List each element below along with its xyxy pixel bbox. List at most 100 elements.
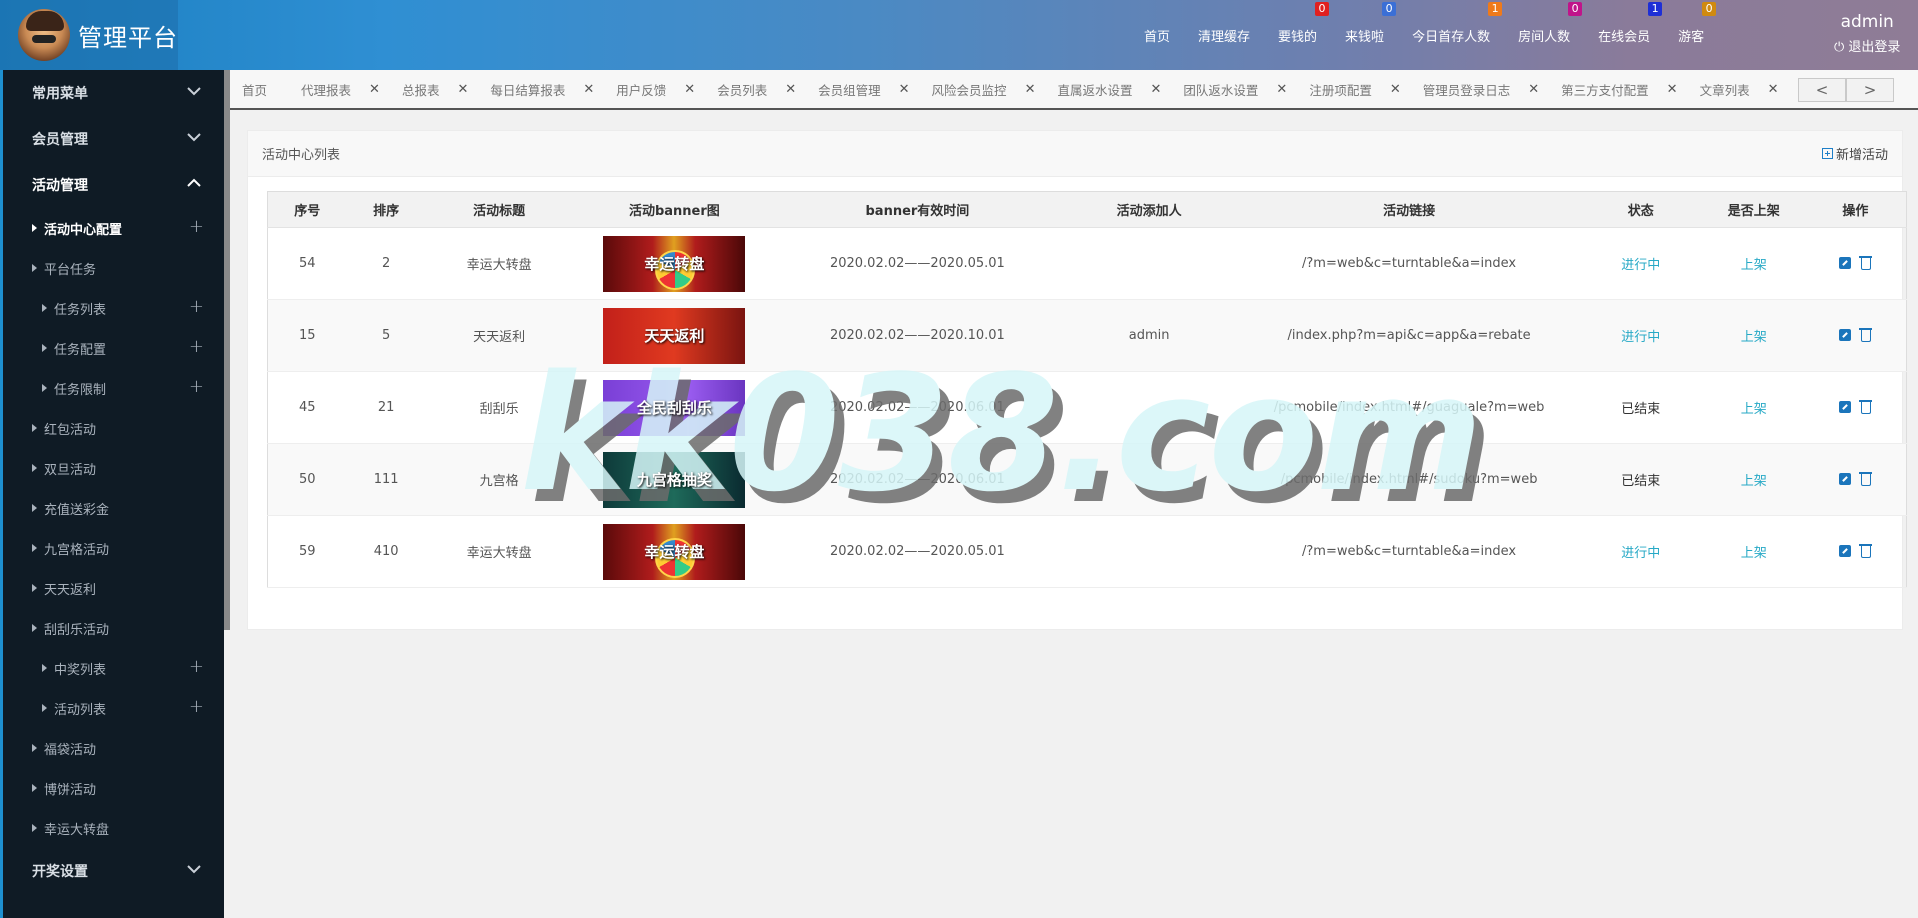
cell-actions	[1804, 443, 1907, 516]
edit-icon[interactable]	[1839, 545, 1852, 557]
nav-item[interactable]: 在线会员 1	[1584, 0, 1664, 70]
cell-shelf[interactable]: 上架	[1702, 371, 1805, 444]
caret-right-icon	[32, 824, 37, 832]
sidebar-item[interactable]: 天天返利	[0, 568, 224, 608]
sidebar-item-label: 中奖列表	[54, 662, 107, 678]
close-icon[interactable]: ✕	[457, 82, 468, 97]
tab[interactable]: 管理员登录日志 ✕	[1411, 70, 1549, 108]
sidebar-item[interactable]: 平台任务	[0, 248, 224, 288]
close-icon[interactable]: ✕	[684, 82, 695, 97]
tab[interactable]: 每日结算报表 ✕	[478, 70, 604, 108]
menu-group-lottery[interactable]: 开奖设置	[0, 848, 224, 894]
close-icon[interactable]: ✕	[1528, 82, 1539, 97]
tab[interactable]: 会员列表 ✕	[705, 70, 806, 108]
trash-icon[interactable]	[1859, 256, 1873, 270]
cell-shelf[interactable]: 上架	[1702, 515, 1805, 588]
caret-right-icon	[32, 504, 37, 512]
cell-time: 2020.02.02——2020.06.01	[776, 443, 1059, 516]
tab[interactable]: 直属返水设置 ✕	[1045, 70, 1171, 108]
cell-shelf[interactable]: 上架	[1702, 227, 1805, 300]
close-icon[interactable]: ✕	[899, 82, 910, 97]
close-icon[interactable]: ✕	[1390, 82, 1401, 97]
plus-icon[interactable]: +	[189, 658, 204, 676]
close-icon[interactable]: ✕	[1025, 82, 1036, 97]
close-icon[interactable]: ✕	[1667, 82, 1678, 97]
column-header: 活动banner图	[572, 191, 777, 228]
sidebar-scrollbar[interactable]	[224, 70, 230, 630]
menu-group-activity[interactable]: 活动管理	[0, 162, 224, 208]
activity-table: 序号 排序 活动标题 活动banner图 banner有效时间 活动添加人 活动链接 状态 是否…	[267, 191, 1907, 588]
tab-label: 第三方支付配置	[1561, 82, 1649, 98]
tab[interactable]: 注册项配置 ✕	[1297, 70, 1410, 108]
tab-next-button[interactable]: >	[1846, 78, 1894, 102]
nav-item[interactable]: 清理缓存	[1184, 0, 1264, 70]
plus-icon[interactable]: +	[189, 378, 204, 396]
trash-icon[interactable]	[1859, 400, 1873, 414]
trash-icon[interactable]	[1859, 544, 1873, 558]
cell-order: 2	[346, 227, 426, 300]
add-activity-button[interactable]: 新增活动	[1821, 144, 1888, 163]
nav-item[interactable]: 游客 0	[1664, 0, 1718, 70]
close-icon[interactable]: ✕	[1150, 82, 1161, 97]
sidebar-item[interactable]: 充值送彩金	[0, 488, 224, 528]
trash-icon[interactable]	[1859, 472, 1873, 486]
sidebar-item[interactable]: 活动列表 +	[0, 688, 224, 728]
tab[interactable]: 风险会员监控 ✕	[920, 70, 1046, 108]
sidebar-item-label: 任务配置	[54, 342, 107, 358]
close-icon[interactable]: ✕	[1276, 82, 1287, 97]
table-body: 54 2 幸运大转盘 幸运转盘 2020.02.02——2020.05.01/?m=we…	[267, 227, 1907, 588]
plus-icon[interactable]: +	[189, 698, 204, 716]
menu-group-common[interactable]: 常用菜单	[0, 70, 224, 116]
plus-icon[interactable]: +	[189, 218, 204, 236]
tab[interactable]: 用户反馈 ✕	[604, 70, 705, 108]
cell-link: /index.php?m=api&c=app&a=rebate	[1239, 299, 1579, 372]
nav-item[interactable]: 房间人数 0	[1504, 0, 1584, 70]
menu-group-member[interactable]: 会员管理	[0, 116, 224, 162]
sidebar-item[interactable]: 幸运大转盘	[0, 808, 224, 848]
sidebar-item[interactable]: 任务限制 +	[0, 368, 224, 408]
tab-prev-button[interactable]: <	[1798, 78, 1846, 102]
close-icon[interactable]: ✕	[369, 82, 380, 97]
logo[interactable]: 管理平台	[0, 0, 178, 70]
plus-icon[interactable]: +	[189, 338, 204, 356]
tab[interactable]: 团队返水设置 ✕	[1171, 70, 1297, 108]
edit-icon[interactable]	[1839, 329, 1852, 341]
tab[interactable]: 会员组管理 ✕	[806, 70, 919, 108]
chevron-down-icon	[187, 865, 201, 874]
close-icon[interactable]: ✕	[785, 82, 796, 97]
sidebar-item[interactable]: 刮刮乐活动	[0, 608, 224, 648]
nav-item[interactable]: 来钱啦 0	[1331, 0, 1398, 70]
cell-shelf[interactable]: 上架	[1702, 443, 1805, 516]
sidebar-item[interactable]: 任务配置 +	[0, 328, 224, 368]
plus-icon[interactable]: +	[189, 298, 204, 316]
sidebar-item[interactable]: 中奖列表 +	[0, 648, 224, 688]
sidebar-item-label: 红包活动	[44, 422, 97, 438]
nav-item[interactable]: 今日首存人数 1	[1398, 0, 1504, 70]
cell-banner: 幸运转盘	[572, 227, 777, 300]
close-icon[interactable]: ✕	[1768, 82, 1779, 97]
tab[interactable]: 首页	[230, 70, 289, 108]
tab[interactable]: 代理报表 ✕	[289, 70, 390, 108]
edit-icon[interactable]	[1839, 401, 1852, 413]
close-icon[interactable]: ✕	[583, 82, 594, 97]
admin-name[interactable]: admin	[1834, 12, 1900, 32]
tab[interactable]: 总报表 ✕	[390, 70, 478, 108]
sidebar-item[interactable]: 任务列表 +	[0, 288, 224, 328]
tab[interactable]: 第三方支付配置 ✕	[1549, 70, 1687, 108]
tab[interactable]: 文章列表 ✕	[1688, 70, 1789, 108]
sidebar-item[interactable]: 博饼活动	[0, 768, 224, 808]
logout-button[interactable]: ⏻ 退出登录	[1834, 36, 1900, 55]
sidebar-item[interactable]: 九宫格活动	[0, 528, 224, 568]
nav-item[interactable]: 首页	[1130, 0, 1184, 70]
sidebar-item[interactable]: 福袋活动	[0, 728, 224, 768]
nav-item[interactable]: 要钱的 0	[1264, 0, 1331, 70]
sidebar-item[interactable]: 活动中心配置 +	[0, 208, 224, 248]
caret-right-icon	[32, 464, 37, 472]
cell-shelf[interactable]: 上架	[1702, 299, 1805, 372]
sidebar-item[interactable]: 红包活动	[0, 408, 224, 448]
table-row: 59 410 幸运大转盘 幸运转盘 2020.02.02——2020.05.01 /?m=…	[267, 515, 1907, 588]
edit-icon[interactable]	[1839, 473, 1852, 485]
edit-icon[interactable]	[1839, 257, 1852, 269]
sidebar-item[interactable]: 双旦活动	[0, 448, 224, 488]
trash-icon[interactable]	[1859, 328, 1873, 342]
